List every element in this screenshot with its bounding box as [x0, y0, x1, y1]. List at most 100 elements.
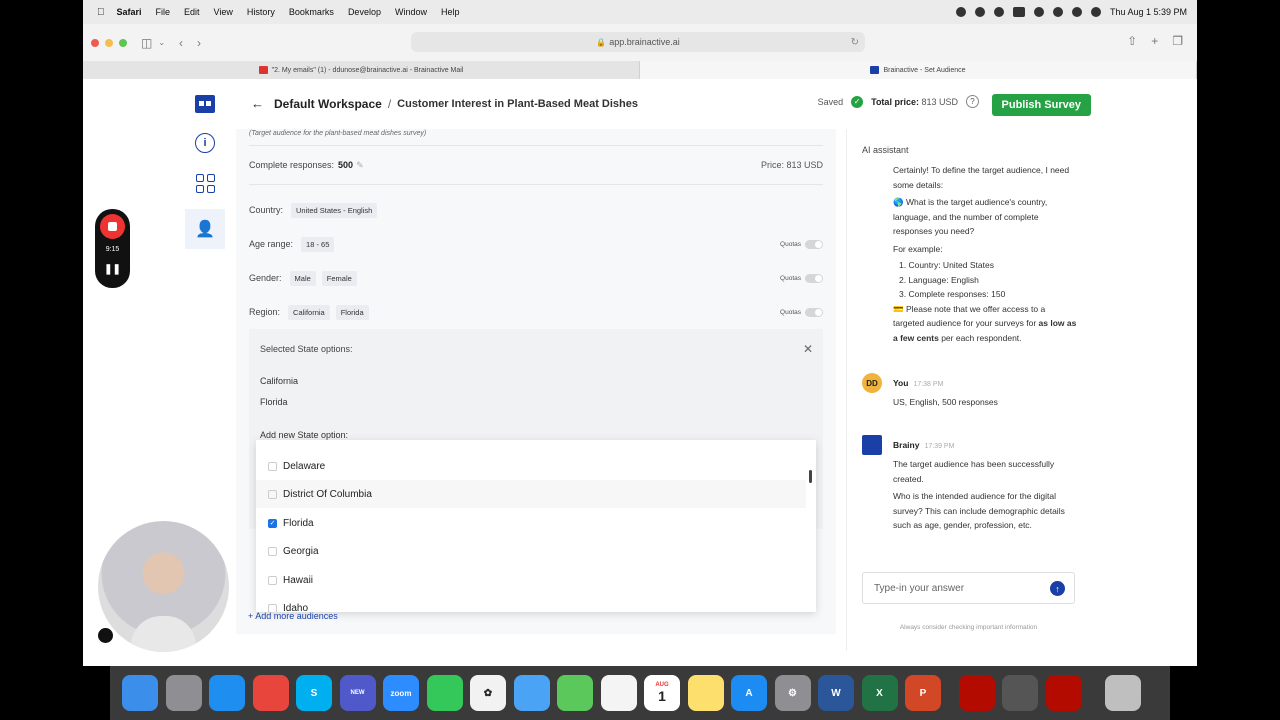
new-tab-icon[interactable]: + — [1151, 34, 1158, 48]
gmail-icon — [258, 66, 268, 74]
quotas-label: Quotas — [780, 308, 801, 316]
region-quotas-toggle[interactable] — [805, 307, 823, 317]
search-icon[interactable] — [1071, 7, 1082, 17]
powerpoint-icon[interactable]: P — [905, 675, 941, 711]
wifi-icon[interactable] — [1052, 7, 1063, 17]
menu-edit[interactable]: Edit — [184, 7, 200, 17]
menu-app-name[interactable]: Safari — [117, 7, 142, 17]
zoom-window-icon[interactable] — [119, 38, 127, 47]
acrobat-reader-icon[interactable] — [1045, 675, 1082, 711]
ai-answer-input[interactable]: Type-in your answer ↑ — [862, 572, 1075, 604]
excel-icon[interactable]: X — [861, 675, 898, 711]
checkbox-checked[interactable]: ✓ — [268, 518, 277, 528]
nav-info[interactable]: i — [191, 129, 219, 157]
dropdown-option-delaware[interactable]: Delaware — [256, 452, 806, 480]
skype-icon[interactable]: S — [296, 675, 332, 711]
selected-state-california[interactable]: California — [260, 376, 298, 386]
selected-state-florida[interactable]: Florida — [260, 397, 288, 407]
checkbox[interactable] — [268, 489, 277, 499]
dropdown-option-idaho[interactable]: Idaho — [256, 594, 806, 612]
close-icon[interactable]: ✕ — [803, 342, 813, 356]
mail-icon[interactable] — [513, 675, 550, 711]
dropdown-option-georgia[interactable]: Georgia — [256, 537, 806, 565]
menu-file[interactable]: File — [156, 7, 171, 17]
launchpad-icon[interactable] — [165, 675, 202, 711]
country-chip[interactable]: United States - English — [291, 202, 378, 218]
reload-icon[interactable]: ↻ — [851, 37, 859, 48]
menu-history[interactable]: History — [247, 7, 275, 17]
menu-window[interactable]: Window — [395, 7, 427, 17]
send-arrow-icon[interactable]: ↑ — [1050, 581, 1065, 596]
pause-icon[interactable]: ❚❚ — [95, 264, 130, 275]
back-arrow-icon[interactable]: ← — [251, 96, 264, 111]
trash-icon[interactable] — [1105, 675, 1141, 711]
chatgpt-icon[interactable]: ✿ — [470, 675, 506, 711]
clock[interactable]: Thu Aug 1 5:39 PM — [1110, 7, 1187, 17]
battery-icon[interactable] — [1012, 7, 1025, 17]
sidebar-toggle-icon[interactable]: ◫ — [141, 36, 152, 50]
brainactive-logo-icon[interactable] — [195, 95, 215, 113]
stop-recording-icon[interactable] — [100, 214, 125, 239]
webcam-bubble[interactable] — [98, 521, 229, 652]
safari-icon[interactable] — [209, 675, 245, 711]
address-bar[interactable]: 🔒 app.brainactive.ai ↻ — [411, 32, 865, 52]
nav-questions[interactable] — [191, 169, 219, 197]
checkbox[interactable] — [268, 546, 277, 556]
region-chip-florida[interactable]: Florida — [335, 304, 369, 320]
close-window-icon[interactable] — [91, 38, 99, 47]
siri-icon[interactable] — [1090, 7, 1101, 17]
dropdown-option-florida[interactable]: ✓ Florida — [256, 509, 806, 537]
edit-pencil-icon[interactable]: ✎ — [356, 160, 364, 171]
gender-quotas-toggle[interactable] — [805, 273, 823, 283]
brightness-icon[interactable] — [955, 7, 966, 17]
menu-bookmarks[interactable]: Bookmarks — [289, 7, 334, 17]
settings-icon[interactable]: ⚙ — [774, 675, 811, 711]
region-chip-california[interactable]: California — [288, 304, 330, 320]
complete-responses-value[interactable]: 500 — [338, 160, 353, 170]
recorder-app-icon[interactable] — [98, 628, 113, 643]
appstore-icon[interactable]: A — [731, 675, 767, 711]
checkbox[interactable] — [268, 461, 277, 471]
calendar-icon[interactable]: AUG 1 — [644, 675, 680, 711]
workspace-link[interactable]: Default Workspace — [274, 97, 382, 111]
share-icon[interactable]: ⇧ — [1127, 34, 1137, 48]
info-icon: i — [195, 133, 215, 153]
checkmark-status-icon[interactable] — [993, 7, 1004, 17]
help-icon[interactable]: ? — [966, 95, 979, 108]
word-icon[interactable]: W — [818, 675, 854, 711]
teams-icon[interactable]: NEW — [339, 675, 376, 711]
settings-status-icon[interactable] — [974, 7, 985, 17]
dropdown-option-district-of-columbia[interactable]: District Of Columbia — [256, 480, 806, 508]
chevron-down-icon[interactable]: ⌄ — [158, 38, 165, 47]
maps-icon[interactable] — [557, 675, 593, 711]
gender-chip-female[interactable]: Female — [321, 270, 357, 286]
dropdown-option-hawaii[interactable]: Hawaii — [256, 566, 806, 594]
calculator-icon[interactable] — [1002, 675, 1038, 711]
publish-survey-button[interactable]: Publish Survey — [991, 94, 1091, 116]
menu-help[interactable]: Help — [441, 7, 460, 17]
checkbox[interactable] — [268, 575, 277, 585]
menu-develop[interactable]: Develop — [348, 7, 381, 17]
menu-view[interactable]: View — [214, 7, 233, 17]
nav-audience[interactable]: 👤 — [185, 209, 225, 249]
add-more-audiences-link[interactable]: + Add more audiences — [248, 611, 338, 621]
apple-menu-icon[interactable]:  — [97, 7, 105, 18]
minimize-window-icon[interactable] — [105, 38, 113, 47]
chrome-icon[interactable] — [252, 675, 289, 711]
tab-mail[interactable]: "2. My emails" (1) - ddunose@brainactive… — [83, 61, 640, 79]
age-chip[interactable]: 18 - 65 — [301, 236, 335, 252]
gender-chip-male[interactable]: Male — [289, 270, 316, 286]
back-nav-icon[interactable]: ‹ — [179, 36, 183, 50]
control-center-icon[interactable] — [1033, 7, 1044, 17]
finder-icon[interactable] — [122, 675, 158, 711]
tab-overview-icon[interactable]: ❐ — [1172, 34, 1183, 48]
messages-icon[interactable] — [426, 675, 463, 711]
forward-nav-icon[interactable]: › — [197, 36, 201, 50]
acrobat-icon[interactable] — [958, 675, 995, 711]
dropdown-scrollbar[interactable] — [809, 470, 812, 483]
photos-icon[interactable] — [600, 675, 637, 711]
tab-set-audience[interactable]: Brainactive - Set Audience — [640, 61, 1197, 79]
age-quotas-toggle[interactable] — [805, 239, 823, 249]
zoom-icon[interactable]: zoom — [383, 675, 419, 711]
notes-icon[interactable] — [687, 675, 724, 711]
